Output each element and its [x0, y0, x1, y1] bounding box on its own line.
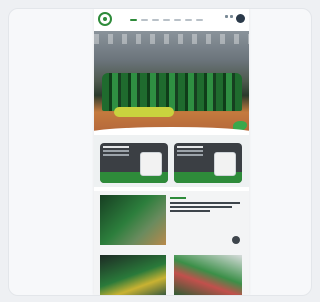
preview-card — [8, 8, 312, 296]
nav-item[interactable] — [141, 19, 148, 21]
news-headline-line — [170, 202, 240, 204]
promo-section — [94, 135, 249, 187]
news-photo-3[interactable] — [174, 255, 242, 295]
user-avatar-icon[interactable] — [236, 14, 245, 23]
news-headline-line — [170, 206, 232, 208]
nav-item[interactable] — [174, 19, 181, 21]
nav-item[interactable] — [163, 19, 170, 21]
news-section — [94, 191, 249, 295]
news-category — [170, 197, 186, 199]
nav-item[interactable] — [196, 19, 203, 21]
nav-item[interactable] — [130, 19, 137, 21]
header-utility-icons — [225, 15, 233, 18]
news-photo-2[interactable] — [100, 255, 166, 295]
news-headline-line — [170, 210, 210, 212]
front-row-players — [114, 107, 174, 117]
hero-team-photo — [94, 31, 249, 135]
tablet-icon — [214, 152, 236, 176]
nav-item[interactable] — [152, 19, 159, 21]
phone-icon — [140, 152, 162, 176]
club-crest-icon[interactable] — [98, 12, 112, 26]
language-icon[interactable] — [225, 15, 228, 18]
main-nav — [130, 19, 203, 21]
team-group — [102, 73, 242, 111]
scroll-indicator-icon[interactable] — [232, 236, 240, 244]
arena-lights — [94, 34, 249, 44]
hero-wave-divider — [94, 127, 249, 135]
webpage-thumbnail[interactable] — [94, 9, 249, 295]
nav-item[interactable] — [185, 19, 192, 21]
social-icon[interactable] — [230, 15, 233, 18]
promo-text-lines — [103, 146, 129, 148]
news-teaser-text[interactable] — [170, 197, 242, 214]
promo-card-tablet[interactable] — [174, 143, 242, 183]
news-photo-1[interactable] — [100, 195, 166, 245]
promo-text-lines — [177, 146, 203, 148]
promo-card-phone[interactable] — [100, 143, 168, 183]
